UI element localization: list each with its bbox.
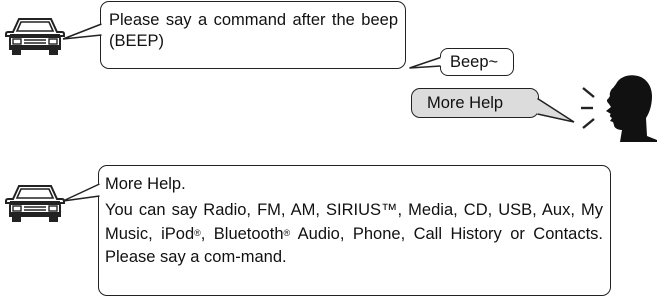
beep-bubble: Beep~ <box>440 48 514 76</box>
help-response-body: You can say Radio, FM, AM, SIRIUS™, Medi… <box>105 201 603 266</box>
car-icon <box>5 18 65 55</box>
system-prompt-bubble: Please say a command after the beep (BEE… <box>100 1 406 69</box>
help-response-bubble: More Help. You can say Radio, FM, AM, SI… <box>98 165 611 296</box>
help-response-title: More Help. <box>105 175 186 193</box>
system-prompt-text: Please say a command after the beep (BEE… <box>109 11 398 50</box>
speaking-person-icon <box>581 75 657 142</box>
car-icon <box>5 185 65 222</box>
user-command-text: More Help <box>427 94 504 112</box>
beep-text: Beep~ <box>450 53 499 71</box>
bubble-pointer <box>537 97 575 123</box>
user-command-bubble: More Help <box>411 88 539 118</box>
bubble-pointer <box>409 56 441 69</box>
bubble-pointer <box>62 23 102 40</box>
bubble-pointer <box>62 183 100 202</box>
